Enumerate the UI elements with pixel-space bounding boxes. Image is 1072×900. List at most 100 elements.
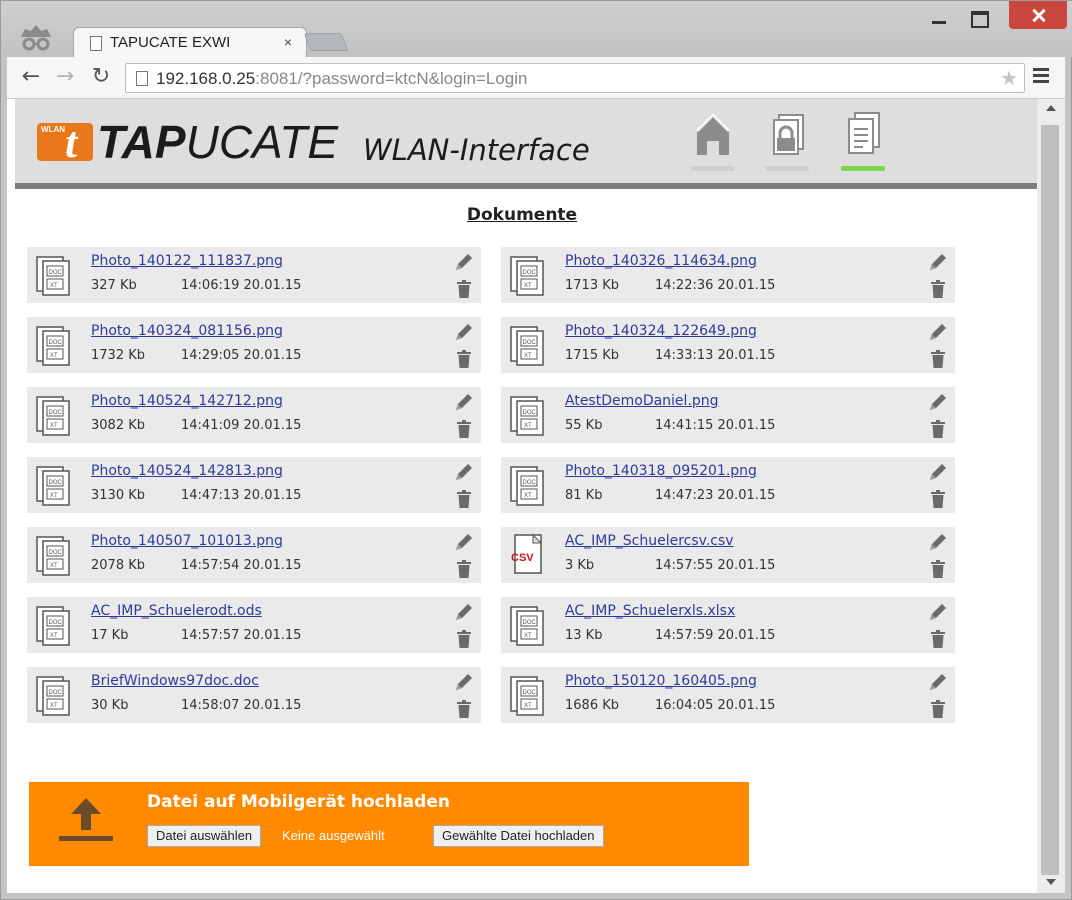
page-icon [136,71,148,86]
document-link[interactable]: Photo_140324_081156.png [91,323,283,339]
pencil-icon[interactable] [927,391,949,413]
document-size: 55 Kb [565,418,603,433]
document-item: DOC XT AC_IMP_Schuelerodt.ods 17 Kb 14:57:57… [27,597,481,653]
pencil-icon[interactable] [927,321,949,343]
trash-icon[interactable] [456,559,472,579]
scroll-thumb[interactable] [1041,125,1059,875]
logo: WLAN t [37,118,93,167]
document-size: 3 Kb [565,558,595,573]
pencil-icon[interactable] [927,671,949,693]
logo-badge: WLAN [41,125,65,134]
url-text[interactable]: 192.168.0.25:8081/?password=ktcN&login=L… [156,69,527,89]
scroll-up-arrow-icon[interactable] [1046,105,1056,111]
document-file-icon: DOC XT [36,606,70,646]
trash-icon[interactable] [930,629,946,649]
nav-indicator [765,166,809,171]
trash-icon[interactable] [930,559,946,579]
menu-icon[interactable] [1033,68,1049,84]
bookmark-star-icon[interactable]: ★ [1000,66,1018,90]
document-link[interactable]: BriefWindows97doc.doc [91,673,259,689]
pencil-icon[interactable] [927,601,949,623]
trash-icon[interactable] [456,629,472,649]
document-link[interactable]: AC_IMP_Schuelerxls.xlsx [565,603,735,619]
reload-icon[interactable]: ↻ [87,63,115,91]
trash-icon[interactable] [930,419,946,439]
document-link[interactable]: AtestDemoDaniel.png [565,393,719,409]
trash-icon[interactable] [456,489,472,509]
document-link[interactable]: Photo_140318_095201.png [565,463,757,479]
url-host: 192.168.0.25 [156,69,256,88]
brand-rest: UCATE [185,116,339,168]
pencil-icon[interactable] [453,601,475,623]
upload-file-button[interactable]: Gewählte Datei hochladen [433,825,604,847]
scroll-down-arrow-icon[interactable] [1046,879,1056,885]
pencil-icon[interactable] [453,391,475,413]
doc-label: DOC [523,340,537,346]
document-timestamp: 14:47:13 20.01.15 [181,488,302,503]
pencil-icon[interactable] [453,671,475,693]
doc-label: XT [50,703,58,709]
document-file-icon: DOC XT [36,676,70,716]
maximize-button[interactable] [959,1,999,29]
forward-icon[interactable]: → [51,63,79,91]
document-link[interactable]: Photo_150120_160405.png [565,673,757,689]
document-size: 3130 Kb [91,488,145,503]
nav-indicator-active [841,166,885,171]
browser-tab[interactable]: TAPUCATE EXWI × [73,27,307,59]
doc-label: XT [50,563,58,569]
document-item: DOC XT Photo_140324_122649.png 1715 Kb 14:33… [501,317,955,373]
nav-home[interactable] [691,109,735,171]
trash-icon[interactable] [930,349,946,369]
document-size: 1732 Kb [91,348,145,363]
document-link[interactable]: Photo_140507_101013.png [91,533,283,549]
minimize-button[interactable] [921,1,957,29]
pencil-icon[interactable] [927,251,949,273]
trash-icon[interactable] [456,349,472,369]
no-file-selected-text: Keine ausgewählt [282,828,385,843]
close-window-button[interactable] [1009,1,1067,29]
document-link[interactable]: Photo_140326_114634.png [565,253,757,269]
document-timestamp: 14:57:57 20.01.15 [181,628,302,643]
pencil-icon[interactable] [453,321,475,343]
document-timestamp: 14:47:23 20.01.15 [655,488,776,503]
pencil-icon[interactable] [453,251,475,273]
trash-icon[interactable] [930,489,946,509]
pencil-icon[interactable] [453,461,475,483]
nav-documents[interactable] [841,109,885,171]
document-link[interactable]: AC_IMP_Schuelercsv.csv [565,533,734,549]
back-icon[interactable]: ← [17,63,45,91]
document-item: DOC XT Photo_140318_095201.png 81 Kb 14:47:2… [501,457,955,513]
nav-lock[interactable] [765,109,809,171]
document-file-icon: DOC XT [36,396,70,436]
doc-label: XT [524,353,532,359]
document-link[interactable]: Photo_140122_111837.png [91,253,283,269]
document-file-icon: DOC XT [36,466,70,506]
doc-label: XT [524,283,532,289]
document-file-icon: DOC XT [510,466,544,506]
document-item: DOC XT Photo_150120_160405.png 1686 Kb 16:04… [501,667,955,723]
trash-icon[interactable] [456,279,472,299]
document-item: DOC XT Photo_140122_111837.png 327 Kb 14:06:… [27,247,481,303]
trash-icon[interactable] [930,279,946,299]
tab-close-button[interactable]: × [284,34,292,50]
pencil-icon[interactable] [927,461,949,483]
document-link[interactable]: Photo_140524_142712.png [91,393,283,409]
trash-icon[interactable] [930,699,946,719]
document-file-icon: DOC XT [510,606,544,646]
document-size: 1686 Kb [565,698,619,713]
pencil-icon[interactable] [453,531,475,553]
document-size: 17 Kb [91,628,129,643]
logo-letter: t [65,118,78,167]
document-link[interactable]: Photo_140324_122649.png [565,323,757,339]
choose-file-button[interactable]: Datei auswählen [147,825,262,847]
trash-icon[interactable] [456,699,472,719]
pencil-icon[interactable] [927,531,949,553]
vertical-scrollbar[interactable] [1037,99,1065,893]
address-bar[interactable]: 192.168.0.25:8081/?password=ktcN&login=L… [125,63,1025,93]
document-file-icon: DOC XT [36,326,70,366]
csv-label: CSV [511,552,534,564]
trash-icon[interactable] [456,419,472,439]
document-link[interactable]: AC_IMP_Schuelerodt.ods [91,603,262,619]
new-tab-button[interactable] [303,33,349,51]
document-link[interactable]: Photo_140524_142813.png [91,463,283,479]
